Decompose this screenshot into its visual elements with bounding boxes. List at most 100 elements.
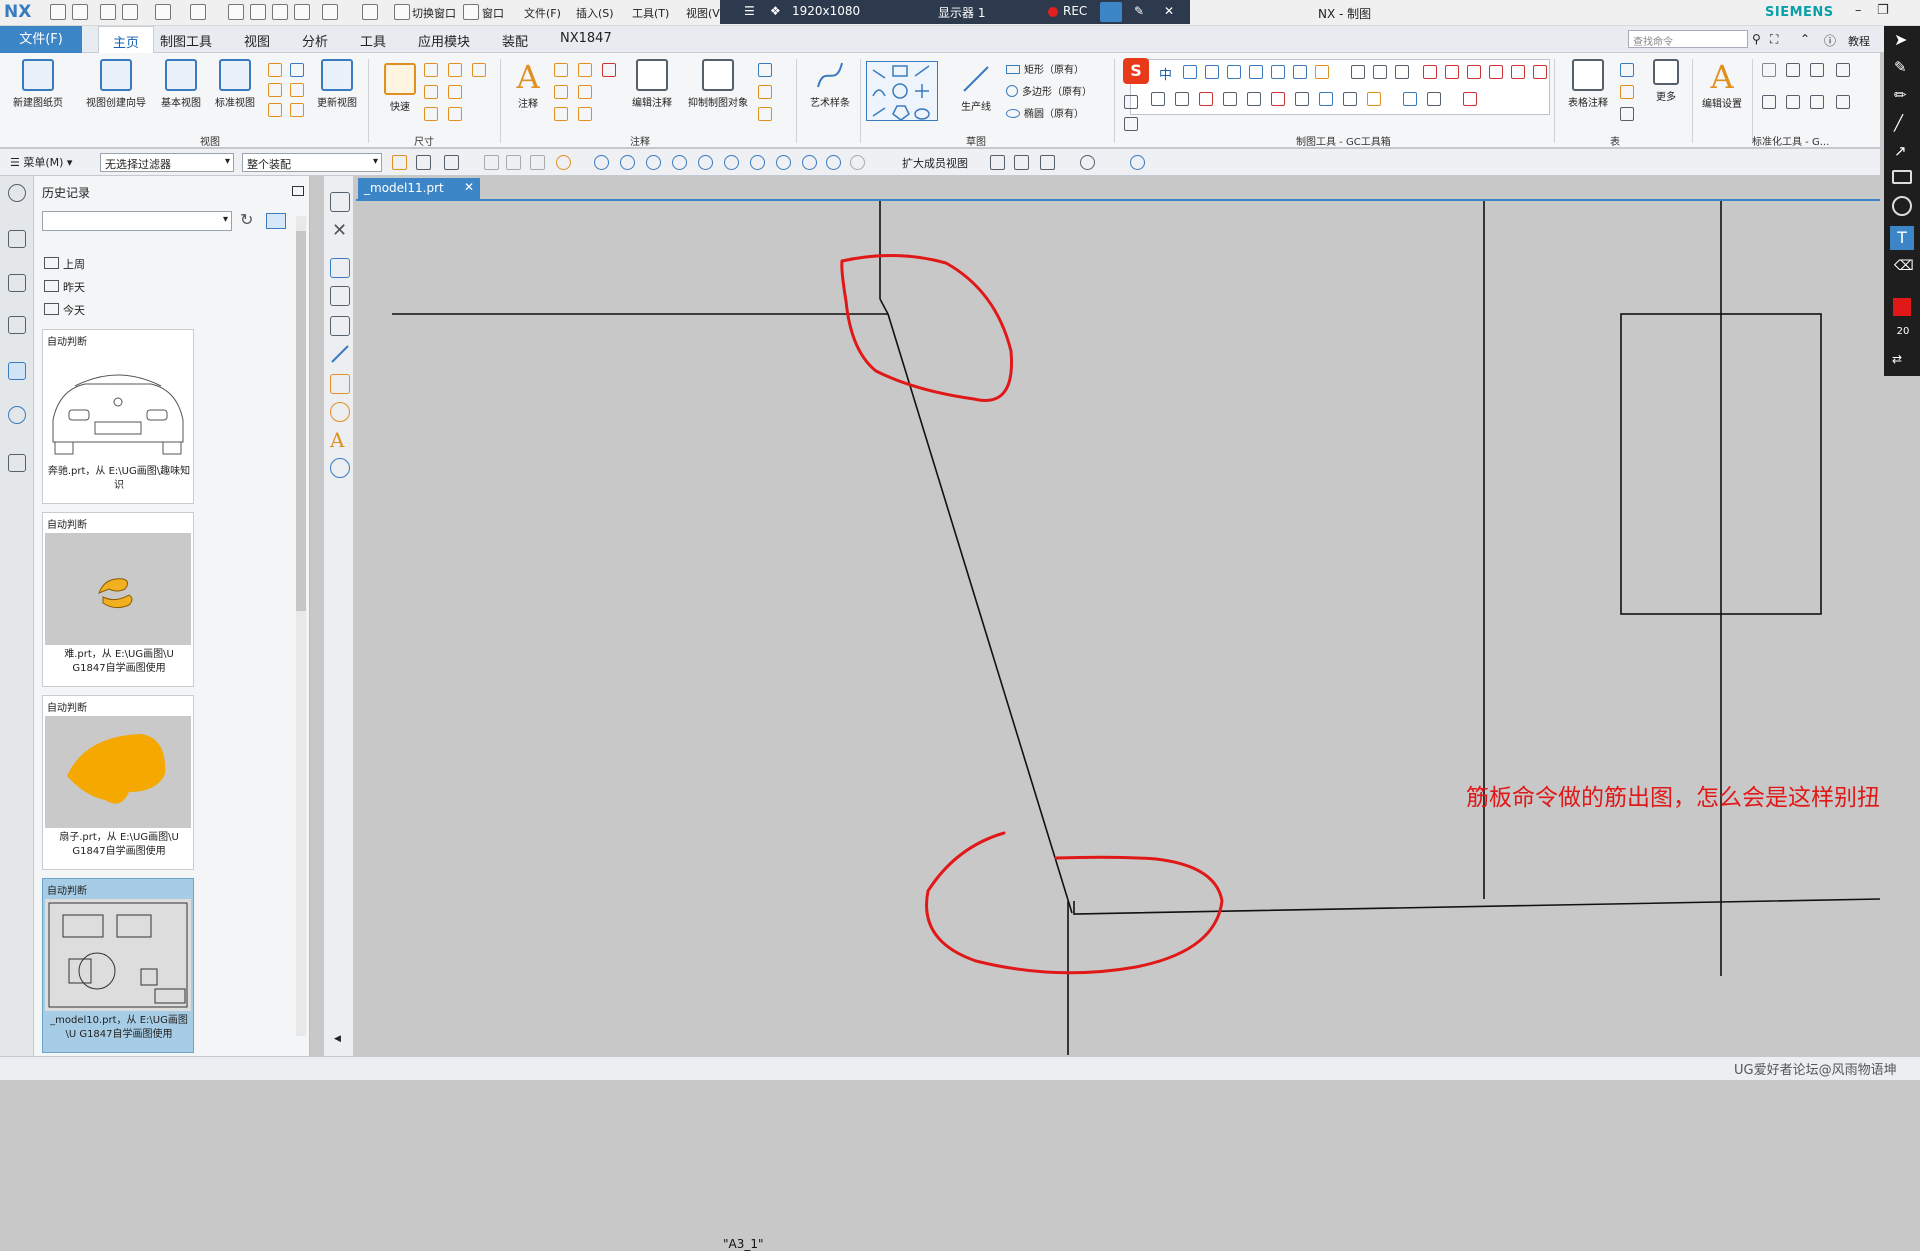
tab-analysis[interactable]: 分析 xyxy=(302,31,328,50)
standard-tool-icon[interactable] xyxy=(1810,63,1824,77)
open-file-icon[interactable] xyxy=(72,4,88,20)
maximize-panel-icon[interactable] xyxy=(292,186,304,196)
reuse-library-icon[interactable] xyxy=(8,316,26,334)
ellipse-icon[interactable] xyxy=(1892,196,1912,216)
gc-tool-icon[interactable] xyxy=(1489,65,1503,79)
settings-wheel-icon[interactable] xyxy=(330,458,350,478)
copy-icon[interactable] xyxy=(250,4,266,20)
folder-yesterday[interactable]: 昨天 xyxy=(44,279,85,295)
pointer-icon[interactable]: ➤ xyxy=(1894,30,1907,49)
gc-tool-icon[interactable] xyxy=(1183,65,1197,79)
snap-on-curve-icon[interactable] xyxy=(826,155,841,170)
snap-existing-icon[interactable] xyxy=(802,155,817,170)
history-card-selected[interactable]: 自动判断 _model10.prt，从 E:\UG画图\U G1847自学画图使… xyxy=(42,878,194,1053)
snap-tool-icon[interactable] xyxy=(556,155,571,170)
rapid-dimension-button[interactable]: 快速 xyxy=(380,63,420,113)
folder-today[interactable]: 今天 xyxy=(44,302,85,318)
sogou-ime-icon[interactable]: S xyxy=(1123,58,1149,84)
tab-applications[interactable]: 应用模块 xyxy=(418,31,470,50)
edit-settings-button[interactable]: A 编辑设置 xyxy=(1696,59,1748,110)
tab-home[interactable]: 主页 xyxy=(98,26,155,53)
save-icon[interactable] xyxy=(100,4,116,20)
gc-tool-icon[interactable] xyxy=(1199,92,1213,106)
minimize-icon[interactable]: – xyxy=(1855,3,1862,18)
section-view-icon[interactable] xyxy=(268,83,282,97)
gc-tool-icon[interactable] xyxy=(1533,65,1547,79)
gc-tool-icon[interactable] xyxy=(1247,92,1261,106)
gc-tool-icon[interactable] xyxy=(1467,65,1481,79)
gc-tool-icon[interactable] xyxy=(1319,92,1333,106)
standard-views-button[interactable]: 标准视图 xyxy=(208,59,262,109)
snap-quadrant-icon[interactable] xyxy=(750,155,765,170)
snap-midpoint-icon[interactable] xyxy=(646,155,661,170)
repeat-command-icon[interactable] xyxy=(362,4,378,20)
undo-icon[interactable] xyxy=(155,4,171,20)
pen-size[interactable]: 20 xyxy=(1892,326,1914,337)
rectangle-icon[interactable] xyxy=(1892,170,1912,184)
view-tool-icon[interactable] xyxy=(1014,155,1029,170)
settings-gear-icon[interactable] xyxy=(8,184,26,202)
gc-tool-icon[interactable] xyxy=(1151,92,1165,106)
rec-button[interactable]: REC xyxy=(1063,4,1087,18)
standard-tool-icon[interactable] xyxy=(1836,63,1850,77)
history-card[interactable]: 自动判断 扇子.prt，从 E:\UG画图\U G1847自学画图使用 xyxy=(42,695,194,870)
xyz-icon[interactable] xyxy=(1271,92,1285,106)
gc-tool-icon[interactable] xyxy=(1124,95,1138,109)
edit-note-button[interactable]: 编辑注释 xyxy=(626,59,678,109)
command-search-input[interactable]: 查找命令 xyxy=(1628,30,1748,48)
close-recorder-icon[interactable]: ✕ xyxy=(1164,4,1174,18)
gc-tool-icon[interactable] xyxy=(1343,92,1357,106)
balloon-icon[interactable] xyxy=(602,63,616,77)
suppress-drafting-object-button[interactable]: 抑制制图对象 xyxy=(684,59,752,109)
document-tab[interactable]: _model11.prt ✕ xyxy=(358,178,480,199)
detail-view-icon[interactable] xyxy=(268,103,282,117)
tab-assemblies[interactable]: 装配 xyxy=(502,31,528,50)
line-icon[interactable]: ╱ xyxy=(1894,114,1903,132)
faded-tool-icon[interactable] xyxy=(484,155,499,170)
pin-icon[interactable]: ❖ xyxy=(770,4,781,18)
quick-file[interactable]: 文件(F) xyxy=(524,5,561,21)
tab-view[interactable]: 视图 xyxy=(244,31,270,50)
measure-icon[interactable] xyxy=(1130,155,1145,170)
file-menu[interactable]: 文件(F) xyxy=(0,26,82,53)
quick-insert[interactable]: 插入(S) xyxy=(576,5,614,21)
shirt-icon[interactable] xyxy=(1271,65,1285,79)
type-filter-dropdown[interactable]: 无选择过滤器 xyxy=(100,153,234,172)
parts-list-icon[interactable] xyxy=(1620,63,1634,77)
snap-tangent-icon[interactable] xyxy=(776,155,791,170)
faded-tool-icon[interactable] xyxy=(530,155,545,170)
gc-tool-icon[interactable] xyxy=(1223,92,1237,106)
gc-tool-icon[interactable] xyxy=(1395,65,1409,79)
note-button[interactable]: A 注释 xyxy=(508,59,548,110)
gc-tool-icon[interactable] xyxy=(1511,65,1525,79)
base-view-button[interactable]: 基本视图 xyxy=(154,59,208,109)
eraser-tool-icon[interactable] xyxy=(330,374,350,394)
snap-center-icon[interactable] xyxy=(724,155,739,170)
color-swatch[interactable] xyxy=(1893,298,1911,316)
history-filter-dropdown[interactable]: ▾ xyxy=(42,211,232,231)
center-mark-icon[interactable] xyxy=(758,63,772,77)
web-browser-icon[interactable] xyxy=(8,362,26,380)
snap-endpoint-icon[interactable] xyxy=(620,155,635,170)
marker-icon[interactable]: ✏ xyxy=(1894,86,1907,104)
faded-tool-icon[interactable] xyxy=(506,155,521,170)
thickness-dimension-icon[interactable] xyxy=(448,85,462,99)
folder-last-week[interactable]: 上周 xyxy=(44,256,85,272)
collapse-ribbon-icon[interactable]: ⌃ xyxy=(1800,32,1810,46)
polygon-legacy[interactable]: 多边形（原有） xyxy=(1006,83,1092,98)
redo-icon[interactable] xyxy=(190,4,206,20)
view-wizard-button[interactable]: 视图创建向导 xyxy=(80,59,152,109)
view-tool-icon[interactable] xyxy=(1080,155,1095,170)
surface-finish-icon[interactable] xyxy=(554,107,568,121)
gc-tool-icon[interactable] xyxy=(1445,65,1459,79)
more-button[interactable]: 更多 xyxy=(1644,59,1688,103)
sketch-curve-gallery[interactable] xyxy=(866,61,938,121)
history-card[interactable]: 自动判断 难.prt，从 E:\UG画图\U G1847自学画图使用 xyxy=(42,512,194,687)
standard-tool-icon[interactable] xyxy=(1836,95,1850,109)
switch-window-icon[interactable] xyxy=(394,4,410,20)
update-view-button[interactable]: 更新视图 xyxy=(310,59,364,109)
pencil-icon[interactable]: ✎ xyxy=(1894,58,1907,76)
scroll-left-icon[interactable]: ◀ xyxy=(334,1034,341,1044)
gc-tool-icon[interactable] xyxy=(1249,65,1263,79)
filter-reset-icon[interactable] xyxy=(416,155,431,170)
